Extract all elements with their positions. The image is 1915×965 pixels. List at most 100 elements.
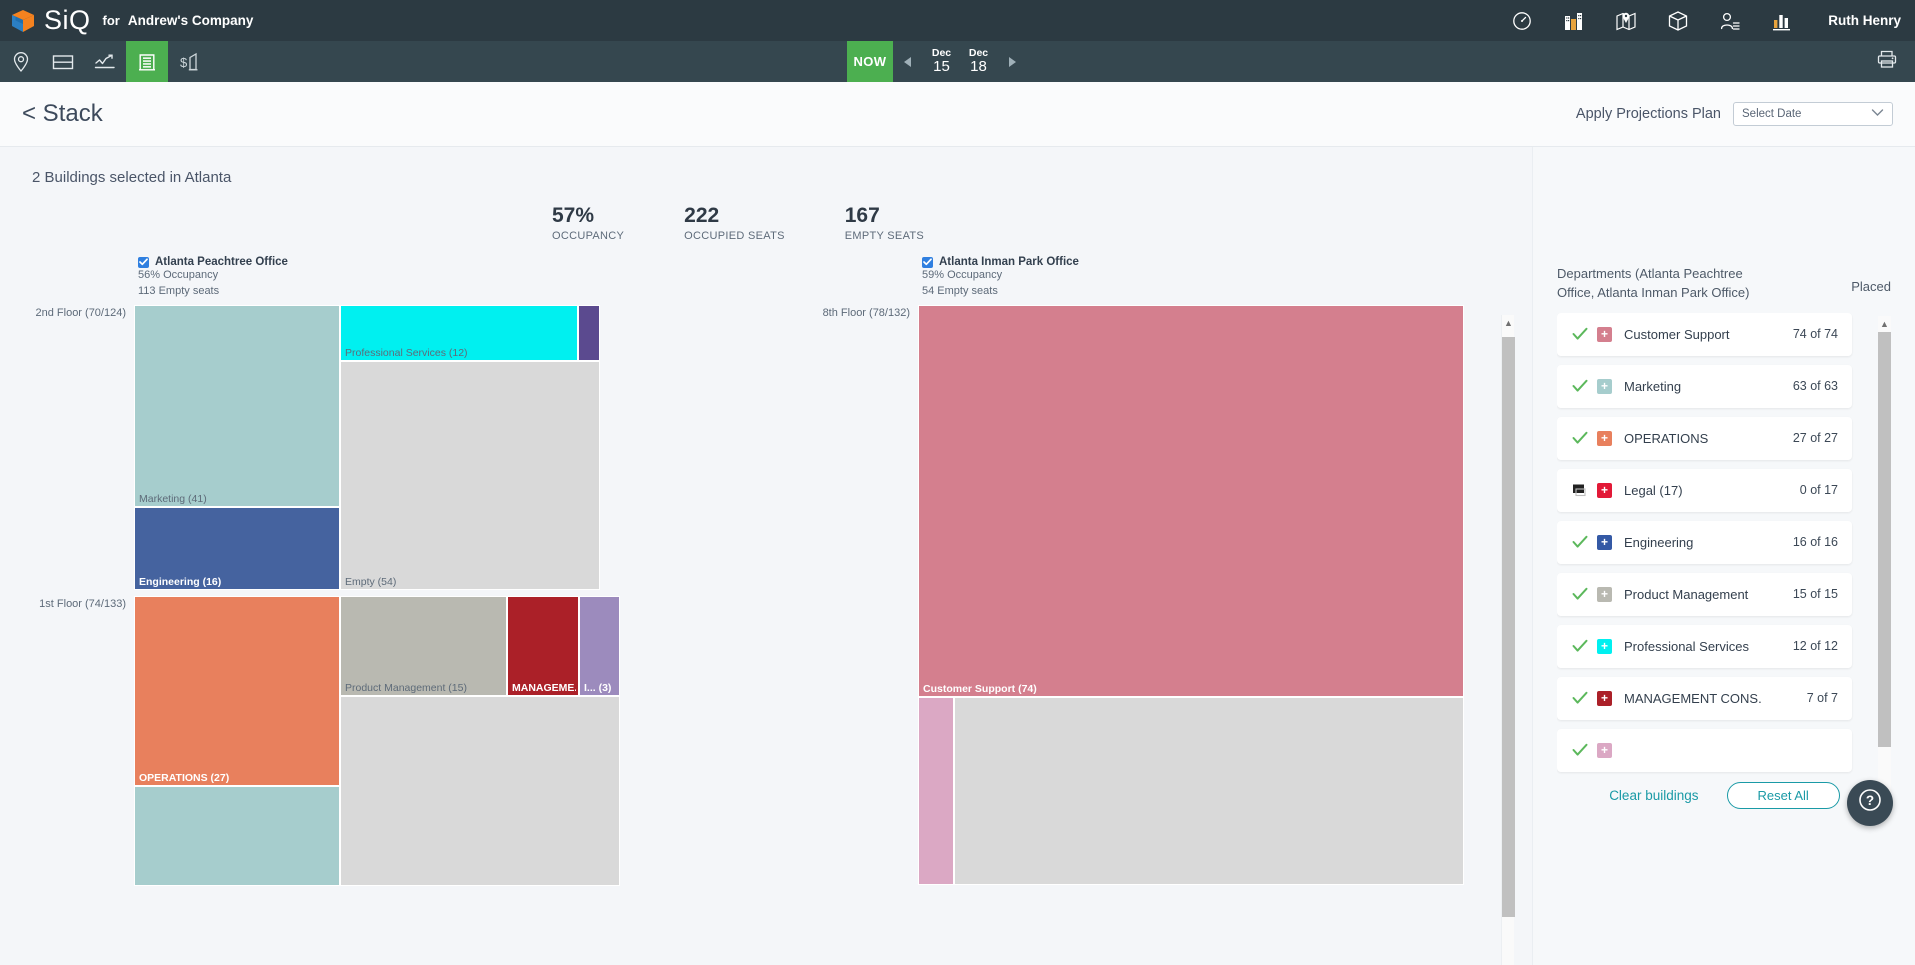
body: 2 Buildings selected in Atlanta 57% OCCU… xyxy=(0,147,1915,965)
check-icon xyxy=(1569,535,1591,549)
kpi-occupancy-label: OCCUPANCY xyxy=(552,230,625,243)
building-checkbox-peachtree[interactable] xyxy=(138,256,149,268)
brand-company: Andrew's Company xyxy=(127,13,254,28)
kpi-empty-seats-value: 167 xyxy=(844,204,880,227)
building-occupancy-peachtree: 56% Occupancy xyxy=(138,269,219,282)
scroll-up-arrow[interactable]: ▲ xyxy=(1502,315,1515,331)
building-chart-icon[interactable] xyxy=(1562,9,1586,33)
treemap-cell-engineering[interactable]: Engineering (16) xyxy=(134,507,340,591)
departments-scrollbar[interactable]: ▲ ▼ xyxy=(1878,315,1891,816)
date-from[interactable]: Dec 15 xyxy=(923,41,960,82)
treemap-cell-customer-support[interactable]: Customer Support (74) xyxy=(918,305,1464,698)
gauge-icon[interactable] xyxy=(1510,9,1534,33)
date-range-control: NOW Dec 15 Dec 18 xyxy=(847,41,1027,82)
dept-scroll-thumb[interactable] xyxy=(1878,331,1891,747)
dept-name: OPERATIONS xyxy=(1624,430,1709,446)
dept-row-management-cons[interactable]: + MANAGEMENT CONS. 7 of 7 xyxy=(1557,676,1852,720)
treemap-cell-marketing-1st[interactable] xyxy=(134,786,340,887)
date-to-day: 18 xyxy=(970,58,987,76)
treemap-cell-professional-services[interactable]: Professional Services (12) xyxy=(340,305,578,362)
brand-for-word: for xyxy=(102,13,120,28)
treemap-cell-label: Engineering (16) xyxy=(139,576,222,589)
now-button[interactable]: NOW xyxy=(847,41,893,82)
page-header: < Stack Apply Projections Plan Select Da… xyxy=(0,82,1915,147)
dept-row-engineering[interactable]: + Engineering 16 of 16 xyxy=(1557,520,1852,564)
bar-chart-icon[interactable] xyxy=(1770,9,1794,33)
treemap-cell-marketing[interactable]: Marketing (41) xyxy=(134,305,340,508)
treemap-cell-product-management[interactable]: Product Management (15) xyxy=(340,596,507,697)
nav-tab-floorplan[interactable] xyxy=(42,41,84,82)
dept-color-swatch: + xyxy=(1597,534,1612,550)
kpi-empty-seats: 167 EMPTY SEATS xyxy=(845,204,924,242)
building-header-inman-park: Atlanta Inman Park Office 59% Occupancy … xyxy=(922,256,1464,300)
departments-panel-header: Departments (Atlanta Peachtree Office, A… xyxy=(1533,147,1915,309)
floor-label-2nd: 2nd Floor (70/124) xyxy=(35,307,127,320)
dept-name: Professional Services xyxy=(1624,638,1749,654)
selection-title: 2 Buildings selected in Atlanta xyxy=(32,169,232,186)
floor-label-8th: 8th Floor (78/132) xyxy=(822,307,910,320)
help-button[interactable]: ? xyxy=(1847,780,1893,826)
dept-row-product-management[interactable]: + Product Management 15 of 15 xyxy=(1557,572,1852,616)
page-title-back-link[interactable]: < Stack xyxy=(22,100,103,128)
check-icon xyxy=(1569,639,1591,653)
dept-placed-count: 63 of 63 xyxy=(1792,379,1838,394)
date-to[interactable]: Dec 18 xyxy=(960,41,997,82)
kpi-occupied-seats-value: 222 xyxy=(684,204,720,227)
next-date-arrow[interactable] xyxy=(997,41,1027,82)
dept-name: MANAGEMENT CONS. xyxy=(1624,690,1762,706)
dept-name: Engineering xyxy=(1624,534,1694,550)
floor-row-2nd: 2nd Floor (70/124) Marketing (41) Engine… xyxy=(32,305,680,591)
print-icon[interactable] xyxy=(1875,48,1899,75)
dept-placed-count: 16 of 16 xyxy=(1792,535,1838,550)
building-checkbox-inman-park[interactable] xyxy=(922,256,933,268)
dept-row-operations[interactable]: + OPERATIONS 27 of 27 xyxy=(1557,416,1852,460)
map-pin-icon[interactable] xyxy=(1614,9,1638,33)
treemap-cell-label: Customer Support (74) xyxy=(923,683,1037,696)
dept-color-swatch: + xyxy=(1597,378,1612,394)
check-icon xyxy=(1569,379,1591,393)
treemap-cell-unlabeled-purple[interactable] xyxy=(578,305,600,362)
kpi-occupied-seats: 222 OCCUPIED SEATS xyxy=(684,204,785,242)
treemap-cell-empty-1st[interactable] xyxy=(340,696,620,887)
date-from-day: 15 xyxy=(933,58,950,76)
svg-text:$: $ xyxy=(180,55,188,70)
brand-logo[interactable]: SiQ for Andrew's Company xyxy=(10,7,253,34)
treemap-2nd-floor: Marketing (41) Engineering (16) Professi… xyxy=(134,305,680,591)
departments-panel: Departments (Atlanta Peachtree Office, A… xyxy=(1532,147,1915,965)
treemap-cell-operations[interactable]: OPERATIONS (27) xyxy=(134,596,340,787)
reset-all-button[interactable]: Reset All xyxy=(1726,782,1840,809)
person-list-icon[interactable] xyxy=(1718,9,1742,33)
dept-row-marketing[interactable]: + Marketing 63 of 63 xyxy=(1557,364,1852,408)
user-name[interactable]: Ruth Henry xyxy=(1828,13,1901,28)
nav-tab-trend[interactable] xyxy=(84,41,126,82)
box-icon[interactable] xyxy=(1666,9,1690,33)
scroll-thumb[interactable] xyxy=(1502,337,1515,917)
prev-date-arrow[interactable] xyxy=(893,41,923,82)
dept-row-professional-services[interactable]: + Professional Services 12 of 12 xyxy=(1557,624,1852,668)
dept-row-customer-support[interactable]: + Customer Support 74 of 74 xyxy=(1557,312,1852,356)
dept-scroll-up-arrow[interactable]: ▲ xyxy=(1878,316,1891,332)
treemap-cell-label: Product Management (15) xyxy=(345,682,467,695)
dept-row-partial[interactable]: + xyxy=(1557,728,1852,772)
treemap-cell-empty-8th[interactable] xyxy=(954,697,1464,886)
header-icon-group: Ruth Henry xyxy=(1510,9,1901,33)
clear-buildings-link[interactable]: Clear buildings xyxy=(1609,788,1698,803)
nav-tab-cost[interactable]: $ xyxy=(168,41,210,82)
treemap-cell-empty[interactable]: Empty (54) xyxy=(340,361,600,591)
main-scrollbar[interactable]: ▲ ▼ xyxy=(1501,315,1515,965)
nav-right-group xyxy=(1875,41,1915,82)
treemap-1st-floor: OPERATIONS (27) Product Management (15) … xyxy=(134,596,680,887)
projections-date-select[interactable]: Select Date xyxy=(1733,102,1893,126)
building-empty-peachtree: 113 Empty seats xyxy=(138,285,220,298)
stack-main-panel: 2 Buildings selected in Atlanta 57% OCCU… xyxy=(0,147,1532,965)
placed-column-header: Placed xyxy=(1851,279,1891,294)
treemap-cell-label: Marketing (41) xyxy=(139,493,207,506)
dept-row-legal[interactable]: + Legal (17) 0 of 17 xyxy=(1557,468,1852,512)
floor-row-8th: 8th Floor (78/132) Customer Support (74) xyxy=(816,305,1464,886)
treemap-cell-pink-sliver[interactable] xyxy=(918,697,954,886)
nav-tab-stack[interactable] xyxy=(126,41,168,82)
treemap-cell-it[interactable]: I... (3) xyxy=(579,596,620,697)
nav-tab-map[interactable] xyxy=(0,41,42,82)
building-card-peachtree: Atlanta Peachtree Office 56% Occupancy 1… xyxy=(32,256,680,887)
treemap-cell-management-cons[interactable]: MANAGEME... (7) xyxy=(507,596,579,697)
